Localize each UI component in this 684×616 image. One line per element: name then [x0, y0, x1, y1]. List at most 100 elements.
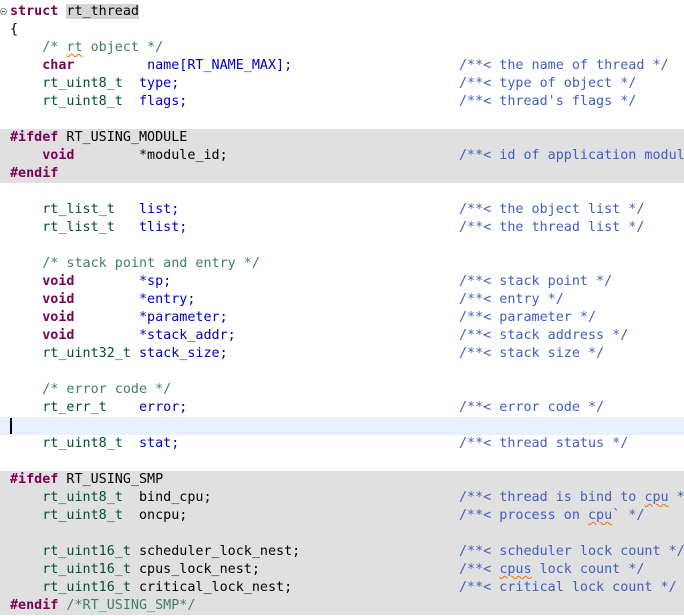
field-name: cpus_lock_nest; [139, 562, 260, 577]
code-line-name[interactable]: char name[RT_NAME_MAX]; /**< the name of… [0, 57, 684, 75]
preprocessor-directive: #ifdef [10, 472, 59, 487]
field-name: bind_cpu; [139, 490, 212, 505]
code-line-stack-size[interactable]: rt_uint32_t stack_size; /**< stack size … [0, 345, 684, 363]
doc-comment: /**< the name of thread */ [459, 58, 669, 73]
type-name: rt_uint8_t [42, 508, 123, 523]
code-line-type[interactable]: rt_uint8_t type; /**< type of object */ [0, 75, 684, 93]
code-line-entry[interactable]: void *entry; /**< entry */ [0, 291, 684, 309]
code-line-flags[interactable]: rt_uint8_t flags; /**< thread's flags */ [0, 93, 684, 111]
macro-name: RT_USING_MODULE [58, 130, 188, 145]
preprocessor-directive: #endif [10, 598, 59, 613]
struct-keyword: struct [10, 4, 59, 19]
type-name: rt_uint8_t [42, 436, 123, 451]
field-name: scheduler_lock_nest; [139, 544, 301, 559]
type-keyword: void [42, 292, 75, 307]
code-line-oncpu[interactable]: rt_uint8_t oncpu; /**< process on cpu` *… [0, 507, 684, 525]
code-line-blank[interactable] [0, 183, 684, 201]
code-line-struct-decl[interactable]: struct rt_thread [0, 3, 684, 21]
code-line-comment-rt-object[interactable]: /* rt object */ [0, 39, 684, 57]
doc-comment: /**< type of object */ [459, 76, 637, 91]
code-editor[interactable]: struct rt_thread { /* rt object */ char … [0, 0, 684, 616]
text-caret [10, 418, 12, 434]
type-name: rt_uint8_t [42, 490, 123, 505]
field-name: *entry; [139, 292, 196, 307]
code-line-blank[interactable] [0, 525, 684, 543]
spelling-error: cpus [499, 562, 532, 577]
spelling-error: cpu [588, 508, 613, 523]
code-line-bind-cpu[interactable]: rt_uint8_t bind_cpu; /**< thread is bind… [0, 489, 684, 507]
comment-text: object */ [82, 40, 164, 55]
code-line-cpus-lock[interactable]: rt_uint16_t cpus_lock_nest; /**< cpus lo… [0, 561, 684, 579]
doc-comment: /**< the object list */ [459, 202, 645, 217]
code-line-endif-module[interactable]: #endif [0, 165, 684, 183]
code-line-comment-stack[interactable]: /* stack point and entry */ [0, 255, 684, 273]
code-line-scheduler-lock[interactable]: rt_uint16_t scheduler_lock_nest; /**< sc… [0, 543, 684, 561]
doc-comment: /**< parameter */ [459, 310, 597, 325]
doc-comment: /**< entry */ [459, 292, 564, 307]
field-name: *parameter; [139, 310, 228, 325]
type-name: rt_err_t [42, 400, 107, 415]
code-line-ifdef-module[interactable]: #ifdef RT_USING_MODULE [0, 129, 684, 147]
code-line-stat[interactable]: rt_uint8_t stat; /**< thread status */ [0, 435, 684, 453]
type-keyword: void [42, 274, 75, 289]
code-line-list[interactable]: rt_list_t list; /**< the object list */ [0, 201, 684, 219]
doc-comment: /**< stack address */ [459, 328, 629, 343]
code-line-current[interactable] [0, 417, 684, 435]
field-name: critical_lock_nest; [139, 580, 293, 595]
doc-comment: /**< thread status */ [459, 436, 629, 451]
code-line-blank[interactable] [0, 237, 684, 255]
code-line-sp[interactable]: void *sp; /**< stack point */ [0, 273, 684, 291]
type-name: rt_list_t [42, 220, 115, 235]
code-line-blank[interactable] [0, 453, 684, 471]
code-line-stack-addr[interactable]: void *stack_addr; /**< stack address */ [0, 327, 684, 345]
doc-comment: /**< thread's flags */ [459, 94, 637, 109]
code-line-tlist[interactable]: rt_list_t tlist; /**< the thread list */ [0, 219, 684, 237]
comment-text: /*RT_USING_SMP*/ [58, 598, 196, 613]
type-name: rt_list_t [42, 202, 115, 217]
code-line-comment-error[interactable]: /* error code */ [0, 381, 684, 399]
code-line-blank[interactable] [0, 363, 684, 381]
doc-comment: /**< critical lock count */ [459, 580, 677, 595]
type-keyword: void [42, 148, 75, 163]
field-name: oncpu; [139, 508, 188, 523]
code-line-module-id[interactable]: void *module_id; /**< id of application … [0, 147, 684, 165]
doc-comment: /**< thread is bind to cpu */ [459, 490, 684, 505]
type-keyword: void [42, 328, 75, 343]
type-keyword: char [42, 58, 75, 73]
code-line-ifdef-smp[interactable]: #ifdef RT_USING_SMP [0, 471, 684, 489]
doc-comment: /**< error code */ [459, 400, 605, 415]
field-name: name[RT_NAME_MAX]; [147, 58, 293, 73]
doc-comment: /**< id of application module */ [459, 148, 684, 163]
code-line-endif-smp[interactable]: #endif /*RT_USING_SMP*/ [0, 597, 684, 615]
code-line-critical-lock[interactable]: rt_uint16_t critical_lock_nest; /**< cri… [0, 579, 684, 597]
open-brace: { [10, 22, 19, 37]
type-name: rt_uint8_t [42, 76, 123, 91]
doc-comment: /**< scheduler lock count */ [459, 544, 684, 559]
code-line-error[interactable]: rt_err_t error; /**< error code */ [0, 399, 684, 417]
fold-collapse-icon[interactable] [0, 8, 7, 15]
doc-comment: /**< the thread list */ [459, 220, 645, 235]
code-line-open-brace[interactable]: { [0, 21, 684, 39]
code-line-parameter[interactable]: void *parameter; /**< parameter */ [0, 309, 684, 327]
comment-text: /* error code */ [42, 382, 172, 397]
type-name: rt_uint16_t [42, 580, 131, 595]
field-name: stat; [139, 436, 180, 451]
field-name: *sp; [139, 274, 172, 289]
doc-comment: /**< stack size */ [459, 346, 605, 361]
field-name: stack_size; [139, 346, 228, 361]
comment-text: /* [42, 40, 67, 55]
type-name: rt_uint32_t [42, 346, 131, 361]
doc-comment: /**< cpus lock count */ [459, 562, 645, 577]
type-name: rt_uint16_t [42, 544, 131, 559]
field-name: type; [139, 76, 180, 91]
type-keyword: void [42, 310, 75, 325]
doc-comment: /**< stack point */ [459, 274, 613, 289]
field-name: error; [139, 400, 188, 415]
field-name: *module_id; [139, 148, 228, 163]
code-line-blank[interactable] [0, 111, 684, 129]
field-name: list; [139, 202, 180, 217]
type-name: rt_uint16_t [42, 562, 131, 577]
spelling-error: rt [66, 40, 83, 55]
field-name: *stack_addr; [139, 328, 236, 343]
struct-name: rt_thread [66, 4, 139, 19]
